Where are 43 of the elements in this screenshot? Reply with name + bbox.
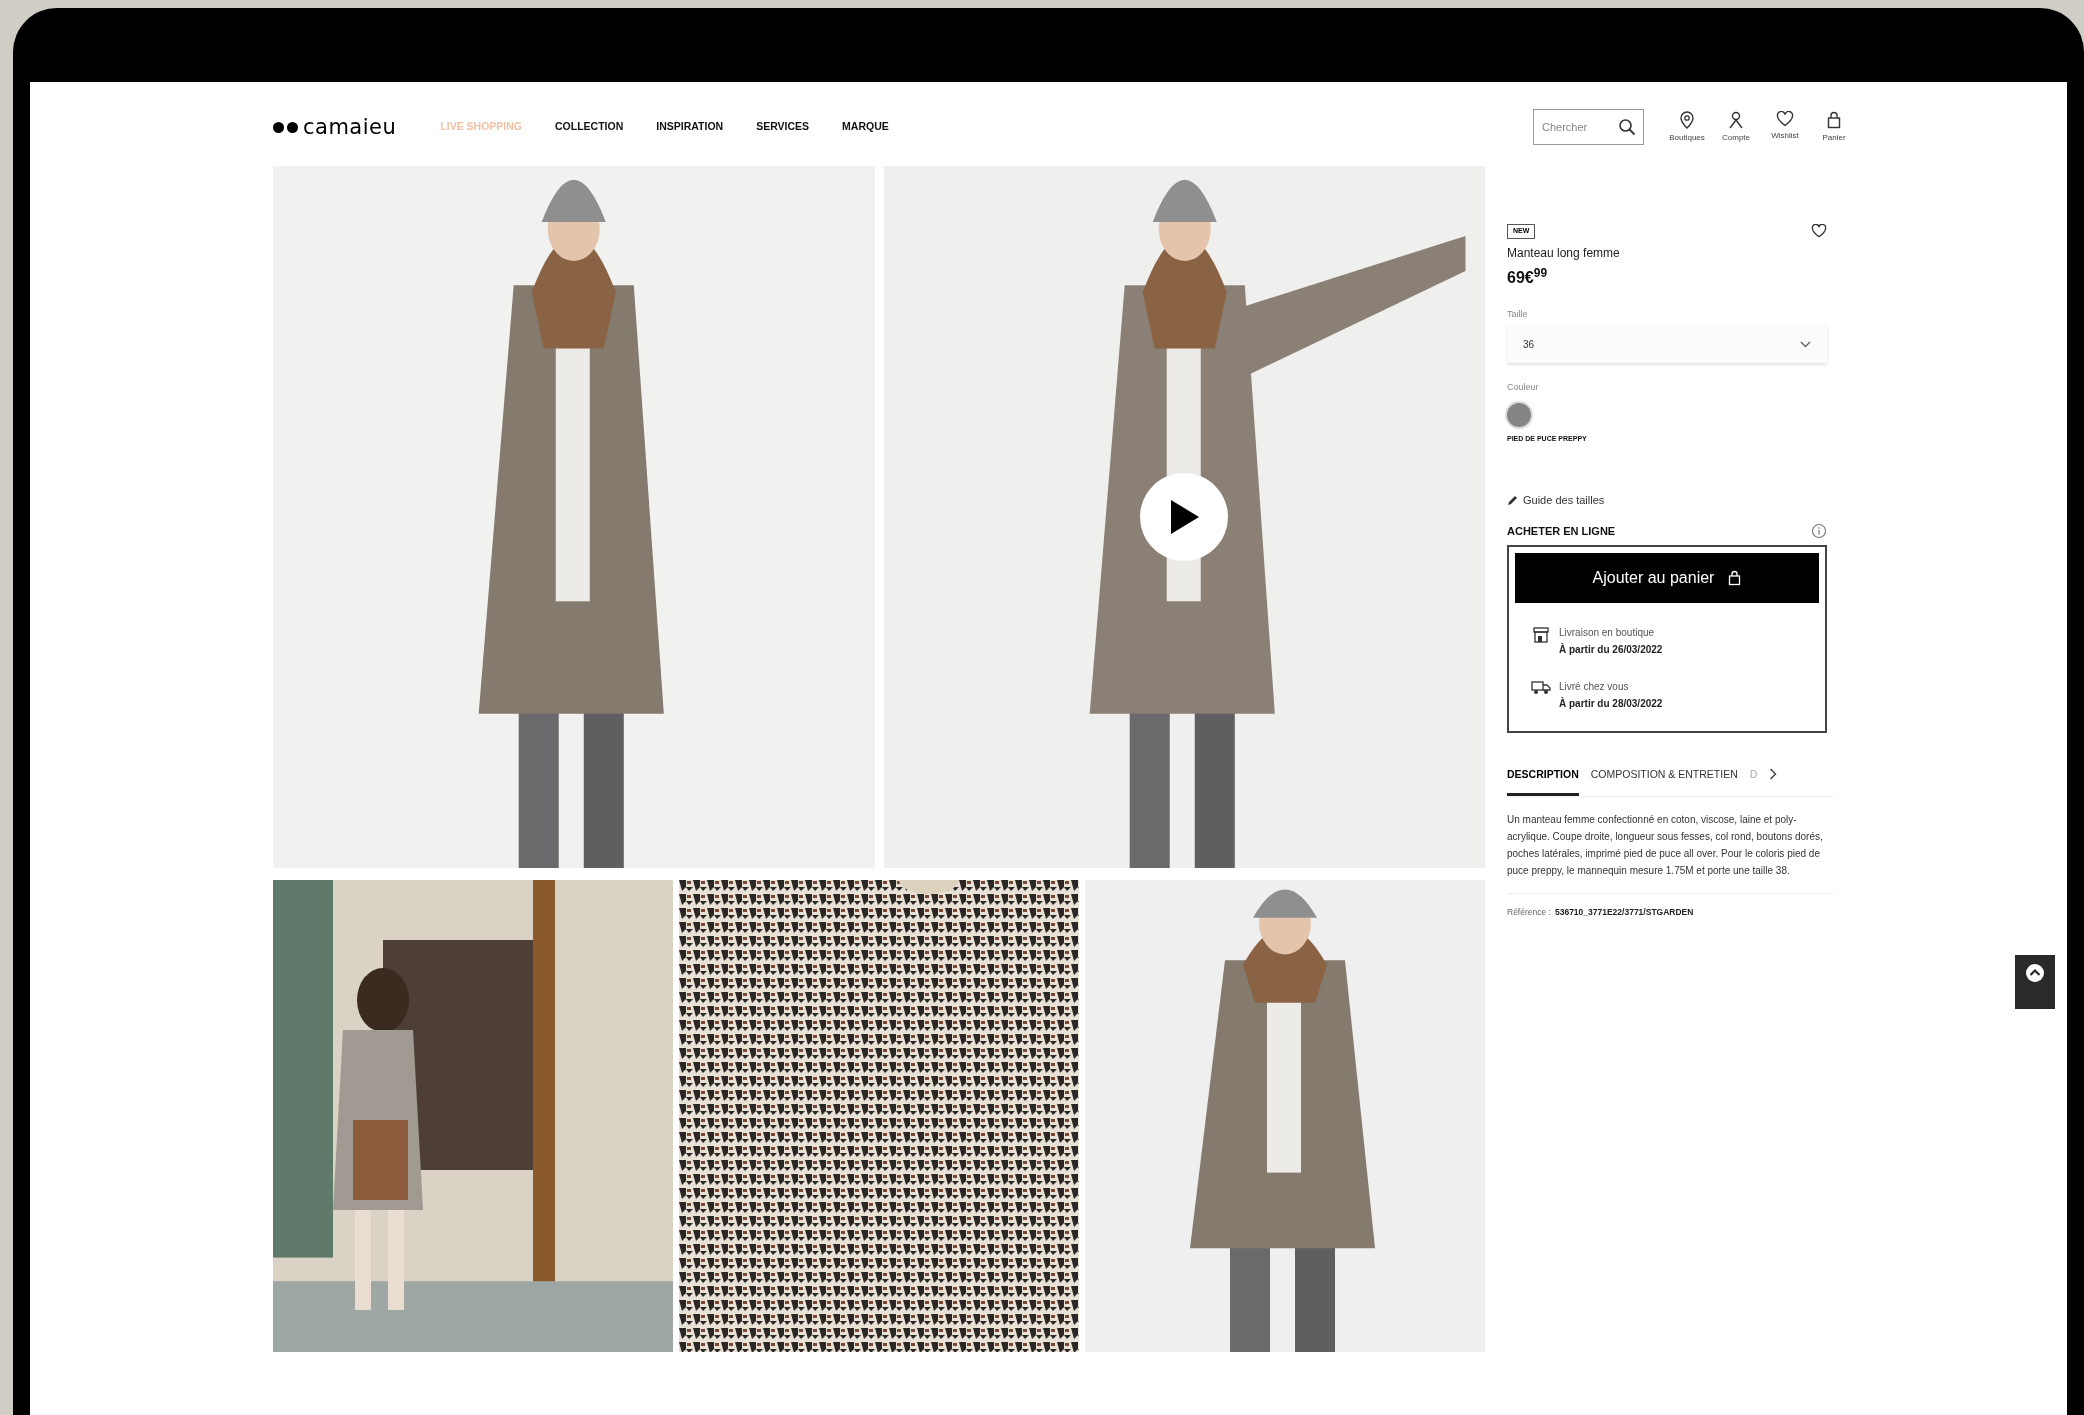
size-guide-link[interactable]: Guide des tailles (1507, 492, 1833, 509)
info-tab[interactable]: COMPOSITION & ENTRETIEN (1590, 767, 1738, 796)
chevron-up-icon (2025, 963, 2045, 983)
truck-icon (1531, 680, 1551, 695)
product-description: Un manteau femme confectionné en coton, viscose, laine et poly-acrylique. Coupe droite, longueur sous fesses, col rond, boutons dorés, poches latérales, imprimé pied de puce all over. Pour le coloris pied de puce preppy, le mannequin mesure 1.75M et porte une taille 38. (1507, 812, 1823, 878)
color-swatch[interactable] (1507, 402, 1531, 427)
nav-link[interactable]: SERVICES (756, 119, 810, 135)
size-select[interactable]: 36 (1507, 325, 1827, 363)
nav-link[interactable]: COLLECTION (555, 119, 624, 135)
field-label: Couleur (1507, 381, 1540, 394)
reference-label: Référence : (1507, 905, 1551, 919)
shopping-bag-icon (1728, 570, 1742, 586)
chevron-right-icon[interactable] (1769, 768, 1778, 780)
heart-icon (1776, 110, 1794, 127)
header-action[interactable]: Compte (1715, 110, 1757, 144)
section-title: ACHETER EN LIGNE (1507, 523, 1616, 539)
product-title: Manteau long femme (1507, 244, 1621, 262)
nav-link[interactable]: MARQUE (842, 119, 889, 135)
product-price: 69€$^{99}$ (1507, 265, 1549, 288)
chevron-down-icon (1800, 340, 1811, 348)
pencil-icon (1507, 494, 1518, 506)
delivery-option: Livré chez vous (1559, 679, 1663, 694)
heart-icon[interactable] (1811, 224, 1827, 238)
field-label: Taille (1507, 307, 1529, 321)
back-to-top-button[interactable] (2015, 955, 2055, 1009)
brand-logo[interactable]: camaieu (273, 116, 397, 138)
header-action[interactable]: Wishlist (1764, 110, 1806, 144)
storefront-icon (1532, 626, 1550, 644)
info-icon[interactable] (1811, 522, 1827, 539)
location-pin-icon (1679, 110, 1695, 129)
delivery-date: À partir du 28/03/2022 (1559, 696, 1663, 711)
delivery-option: Livraison en boutique (1559, 625, 1663, 640)
info-tab[interactable]: DESCRIPTION (1507, 767, 1579, 796)
shopping-bag-icon (1826, 110, 1842, 129)
add-to-cart-button[interactable]: Ajouter au panier (1515, 553, 1819, 603)
header-action[interactable]: Boutiques (1666, 110, 1708, 144)
reference-code: 536710_3771E22/3771/STGARDEN (1554, 905, 1694, 919)
delivery-date: À partir du 26/03/2022 (1559, 642, 1663, 657)
search-icon[interactable] (1618, 118, 1636, 136)
header-action[interactable]: Panier (1813, 110, 1855, 144)
person-icon (1728, 110, 1744, 129)
nav-link[interactable]: INSPIRATION (656, 119, 724, 135)
search-field[interactable]: Chercher (1533, 109, 1644, 145)
